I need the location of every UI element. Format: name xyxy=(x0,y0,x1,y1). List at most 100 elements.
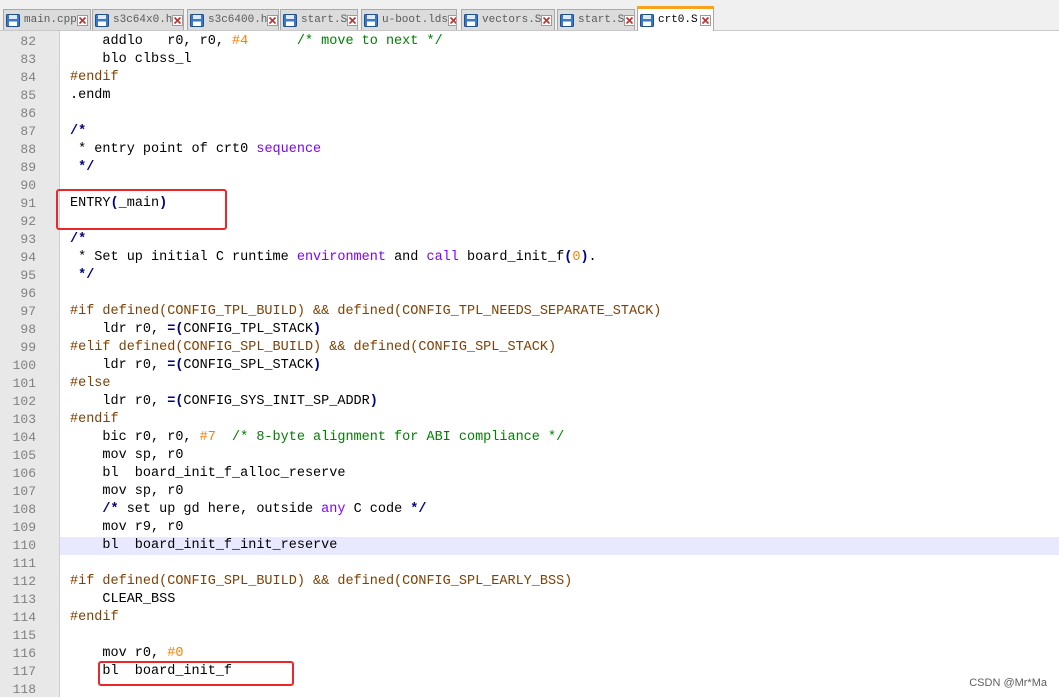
code-text: bic r0, r0, #7 /* 8-byte alignment for A… xyxy=(70,429,564,447)
close-icon[interactable] xyxy=(624,14,634,26)
code-token: C code xyxy=(345,502,411,517)
code-token: set up gd here, outside xyxy=(118,502,322,517)
code-token: #endif xyxy=(70,610,119,625)
line-number: 113 xyxy=(12,592,36,607)
code-token: #endif xyxy=(70,412,119,427)
code-text: #if defined(CONFIG_TPL_BUILD) && defined… xyxy=(70,303,661,321)
line-number: 104 xyxy=(12,430,36,445)
code-text: mov sp, r0 xyxy=(70,447,183,465)
code-text: #endif xyxy=(70,609,119,627)
code-line[interactable]: 102 ldr r0, =(CONFIG_SYS_INIT_SP_ADDR) xyxy=(0,393,1059,411)
close-icon[interactable] xyxy=(347,14,357,26)
line-number: 108 xyxy=(12,502,36,517)
close-icon[interactable] xyxy=(541,14,553,26)
tab-main-cpp-0[interactable]: main.cpp xyxy=(3,9,91,30)
close-icon[interactable] xyxy=(448,14,456,26)
tab-label: crt0.S xyxy=(658,14,698,26)
code-line[interactable]: 84 #endif xyxy=(0,69,1059,87)
code-line[interactable]: 114 #endif xyxy=(0,609,1059,627)
code-token: /* 8-byte alignment for ABI compliance *… xyxy=(232,430,565,445)
code-token: =( xyxy=(167,322,184,337)
code-line[interactable]: 89 */ xyxy=(0,159,1059,177)
file-icon xyxy=(190,13,204,27)
file-icon xyxy=(640,13,654,27)
code-token: #4 xyxy=(232,34,249,49)
code-line[interactable]: 85 .endm xyxy=(0,87,1059,105)
code-token: . xyxy=(588,250,597,265)
code-line[interactable]: 104 bic r0, r0, #7 /* 8-byte alignment f… xyxy=(0,429,1059,447)
line-number: 99 xyxy=(20,340,36,355)
code-token: call xyxy=(426,250,459,265)
line-number: 97 xyxy=(20,304,36,319)
code-line[interactable]: 83 blo clbss_l xyxy=(0,51,1059,69)
code-line[interactable]: 96 xyxy=(0,285,1059,303)
tab-s3c64x0-h-1[interactable]: s3c64x0.h xyxy=(92,9,184,30)
code-line[interactable]: 95 */ xyxy=(0,267,1059,285)
code-token: addlo r0, r0, xyxy=(70,34,233,49)
line-number: 100 xyxy=(12,358,36,373)
code-line[interactable]: 111 xyxy=(0,555,1059,573)
code-token: mov r0, xyxy=(70,646,168,661)
code-text: addlo r0, r0, #4 /* move to next */ xyxy=(70,33,443,51)
line-number: 103 xyxy=(12,412,36,427)
code-line[interactable]: 107 mov sp, r0 xyxy=(0,483,1059,501)
code-line[interactable]: 105 mov sp, r0 xyxy=(0,447,1059,465)
code-token: bl board_init_f_init_reserve xyxy=(70,538,338,553)
close-icon[interactable] xyxy=(172,14,183,26)
code-line[interactable]: 100 ldr r0, =(CONFIG_SPL_STACK) xyxy=(0,357,1059,375)
code-line[interactable]: 94 * Set up initial C runtime environmen… xyxy=(0,249,1059,267)
code-line[interactable]: 99 #elif defined(CONFIG_SPL_BUILD) && def… xyxy=(0,339,1059,357)
tab-s3c6400-h-2[interactable]: s3c6400.h xyxy=(187,9,279,30)
tab-u-boot-lds-4[interactable]: u-boot.lds xyxy=(361,9,457,30)
close-icon[interactable] xyxy=(76,14,88,26)
tab-label: start.S xyxy=(301,14,348,26)
code-line[interactable]: 101 #else xyxy=(0,375,1059,393)
file-icon xyxy=(6,13,20,27)
code-line[interactable]: 108 /* set up gd here, outside any C cod… xyxy=(0,501,1059,519)
code-token: and xyxy=(385,250,427,265)
code-line[interactable]: 103 #endif xyxy=(0,411,1059,429)
code-token: CLEAR_BSS xyxy=(70,592,176,607)
code-token: ) xyxy=(580,250,589,265)
close-icon[interactable] xyxy=(699,14,711,26)
close-icon[interactable] xyxy=(267,14,278,26)
code-line[interactable]: 115 xyxy=(0,627,1059,645)
code-line[interactable]: 87 /* xyxy=(0,123,1059,141)
code-text: #endif xyxy=(70,69,119,87)
line-number: 95 xyxy=(20,268,36,283)
code-line[interactable]: 98 ldr r0, =(CONFIG_TPL_STACK) xyxy=(0,321,1059,339)
tab-vectors-s-5[interactable]: vectors.S xyxy=(461,9,555,30)
tab-start-s-6[interactable]: start.S xyxy=(557,9,635,30)
code-token: */ xyxy=(70,268,95,283)
code-token: blo clbss_l xyxy=(70,52,192,67)
code-token: mov r9, r0 xyxy=(70,520,184,535)
code-line[interactable]: 113 CLEAR_BSS xyxy=(0,591,1059,609)
code-line[interactable]: 109 mov r9, r0 xyxy=(0,519,1059,537)
code-line[interactable]: 88 * entry point of crt0 sequence xyxy=(0,141,1059,159)
code-line[interactable]: 86 xyxy=(0,105,1059,123)
code-text: /* set up gd here, outside any C code */ xyxy=(70,501,426,519)
code-text: * Set up initial C runtime environment a… xyxy=(70,249,597,267)
code-token: #elif defined(CONFIG_SPL_BUILD) && defin… xyxy=(70,340,557,355)
code-line[interactable]: 82 addlo r0, r0, #4 /* move to next */ xyxy=(0,33,1059,51)
code-text: ldr r0, =(CONFIG_TPL_STACK) xyxy=(70,321,321,339)
code-line[interactable]: 93 /* xyxy=(0,231,1059,249)
code-editor[interactable]: 82 addlo r0, r0, #4 /* move to next */83… xyxy=(0,31,1059,697)
line-number: 118 xyxy=(12,682,36,697)
code-line[interactable]: 106 bl board_init_f_alloc_reserve xyxy=(0,465,1059,483)
tab-start-s-3[interactable]: start.S xyxy=(280,9,358,30)
code-token: bl board_init_f_alloc_reserve xyxy=(70,466,346,481)
tab-crt0-s-7[interactable]: crt0.S xyxy=(637,6,714,31)
file-icon xyxy=(560,13,574,27)
tab-bar: main.cpp s3c64x0.h s3c6400.h start.S u-boot.… xyxy=(0,0,1059,31)
code-line[interactable]: 112 #if defined(CONFIG_SPL_BUILD) && defi… xyxy=(0,573,1059,591)
code-token: /* move to next */ xyxy=(296,34,443,49)
code-token: /* xyxy=(70,124,87,139)
code-line[interactable]: 110 bl board_init_f_init_reserve xyxy=(13,537,1059,555)
line-number: 90 xyxy=(20,178,36,193)
code-text: blo clbss_l xyxy=(70,51,192,69)
code-text: bl board_init_f_init_reserve xyxy=(70,537,337,555)
code-token: environment xyxy=(296,250,386,265)
code-line[interactable]: 97 #if defined(CONFIG_TPL_BUILD) && defin… xyxy=(0,303,1059,321)
code-token: CONFIG_TPL_STACK xyxy=(183,322,314,337)
